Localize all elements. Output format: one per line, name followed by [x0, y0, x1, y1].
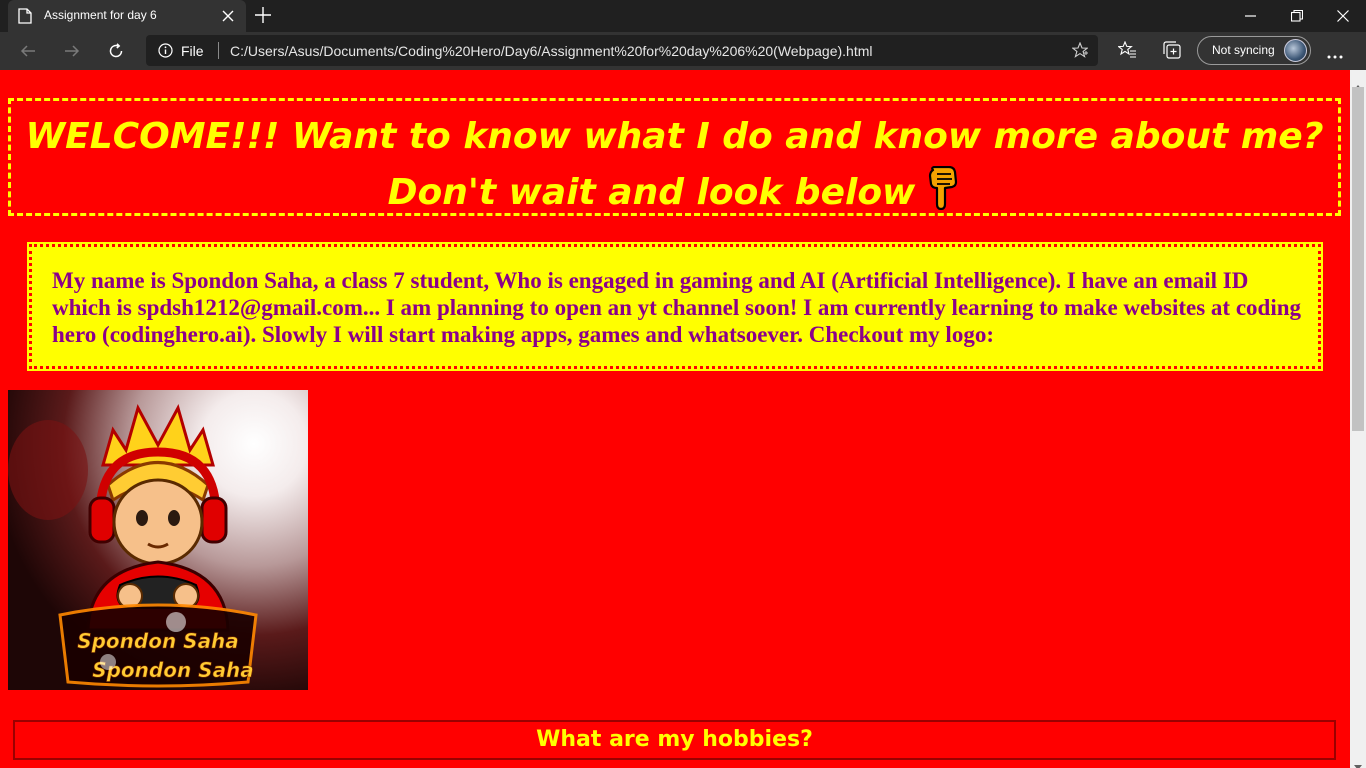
welcome-heading: WELCOME!!! Want to know what I do and kn…: [11, 109, 1338, 227]
favorites-icon[interactable]: [1117, 40, 1136, 63]
close-window-icon[interactable]: [1320, 0, 1366, 32]
close-icon[interactable]: [218, 6, 238, 26]
welcome-line-2: Don't wait and look below: [387, 172, 916, 213]
info-icon[interactable]: [158, 43, 173, 62]
sync-status: Not syncing: [1212, 43, 1275, 57]
back-arrow-icon[interactable]: [13, 36, 43, 66]
logo-name-top: Spondon Saha: [77, 629, 239, 653]
new-tab-icon[interactable]: [252, 4, 274, 26]
welcome-line-1: WELCOME!!! Want to know what I do and kn…: [25, 116, 1324, 157]
forward-arrow-icon[interactable]: [57, 36, 87, 66]
intro-paragraph: My name is Spondon Saha, a class 7 stude…: [52, 268, 1302, 347]
logo-name-bottom: Spondon Saha: [92, 658, 254, 682]
profile-button[interactable]: Not syncing: [1197, 36, 1311, 65]
scroll-down-icon[interactable]: [1354, 755, 1362, 768]
restore-icon[interactable]: [1274, 0, 1320, 32]
spondon-logo-image: Spondon Saha Spondon Saha: [8, 390, 308, 690]
browser-toolbar: File C:/Users/Asus/Documents/Coding%20He…: [0, 32, 1366, 70]
star-icon[interactable]: [1071, 41, 1089, 62]
collections-icon[interactable]: [1163, 41, 1181, 63]
address-separator: [218, 42, 219, 59]
url-text[interactable]: C:/Users/Asus/Documents/Coding%20Hero/Da…: [230, 43, 873, 59]
avatar: [1284, 39, 1307, 62]
page-viewport: WELCOME!!! Want to know what I do and kn…: [0, 70, 1350, 768]
address-bar[interactable]: File C:/Users/Asus/Documents/Coding%20He…: [146, 35, 1098, 66]
welcome-banner: WELCOME!!! Want to know what I do and kn…: [8, 98, 1341, 216]
scrollbar-thumb[interactable]: [1352, 87, 1364, 431]
browser-tab[interactable]: Assignment for day 6: [8, 0, 246, 32]
pointing-down-hand-icon: [925, 165, 961, 227]
tab-strip: Assignment for day 6: [0, 0, 1366, 32]
tab-title: Assignment for day 6: [44, 8, 157, 22]
scheme-label: File: [181, 43, 204, 59]
page-icon: [18, 8, 32, 24]
hobbies-heading: What are my hobbies?: [536, 727, 813, 752]
minimize-icon[interactable]: [1228, 0, 1274, 32]
vertical-scrollbar[interactable]: [1350, 70, 1366, 768]
more-icon[interactable]: [1326, 45, 1344, 64]
hobbies-section-header: What are my hobbies?: [13, 720, 1336, 760]
intro-box: My name is Spondon Saha, a class 7 stude…: [27, 242, 1323, 371]
refresh-icon[interactable]: [101, 36, 131, 66]
